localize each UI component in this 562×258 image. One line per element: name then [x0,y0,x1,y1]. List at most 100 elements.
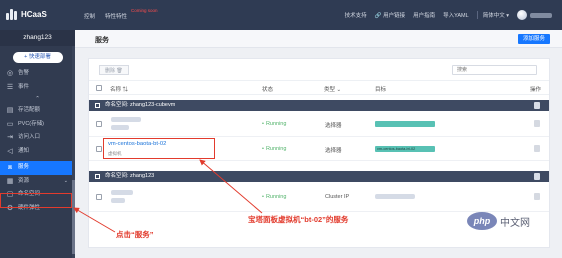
annotation-click-service: 点击“服务” [116,230,154,239]
sidebar-highlight-box [0,193,72,208]
status-badge: Running [262,146,287,152]
sidebar-item-label: 通知 [18,147,30,154]
language-select[interactable]: 简体中文 ▾ [476,11,509,19]
sidebar-item-label: 事件 [18,83,30,90]
column-status: 状态 [262,87,274,93]
sort-icon: ⇅ [122,87,129,93]
user-links-link[interactable]: 🔗 用户链接 [375,11,405,19]
sidebar-item-quota[interactable]: ▤ 存活配额 [0,104,75,118]
annotation-bt-service: 宝塔面板虚拟机“bt-02”的服务 [248,215,349,224]
table-row[interactable]: Running Cluster IP [89,182,549,212]
column-name[interactable]: 名称 ⇅ [110,85,128,93]
namespace-group-header[interactable]: 命名空间: zhang123 [89,171,549,182]
blurred-username [530,12,552,18]
column-type[interactable]: 类型 ⌄ [324,85,341,93]
blurred-service-sub [111,198,125,203]
sidebar-collapse-toggle[interactable]: ⌃ [0,94,75,104]
delete-label: 删除 [105,68,116,74]
service-type: 选择器 [325,148,342,154]
table-row[interactable]: Running 选择器 [89,111,549,137]
import-yaml-link[interactable]: 导入YAML [443,11,469,19]
service-type: 选择器 [325,123,342,129]
top-navigation-bar: HCaaS 控制 特性特性 Coming soon 技术支持 🔗 用户链接 用户… [0,0,562,30]
tech-support-link[interactable]: 技术支持 [345,11,367,19]
language-label: 简体中文 [482,13,505,19]
sidebar-item-label: 服务 [18,164,30,170]
group-action-icon[interactable] [534,102,540,109]
sidebar-item-label: 存活配额 [18,107,41,113]
alarm-icon: ◎ [6,70,14,77]
sidebar-item-events[interactable]: ☰ 事件 [0,81,75,95]
row-actions-icon[interactable] [534,193,540,200]
user-menu[interactable] [517,10,552,20]
user-links-label: 用户链接 [383,13,406,19]
list-icon: ☰ [6,83,14,91]
list-toolbar: 删除 🗑 [89,59,549,81]
blurred-service-name [111,190,133,195]
blurred-service-name [111,117,141,122]
brand-logo[interactable]: HCaaS [6,9,47,20]
user-guide-link[interactable]: 用户指南 [413,11,435,19]
sidebar-scroll-thumb[interactable] [72,180,75,254]
sidebar-item-service[interactable]: ⧈ 服务 [0,161,75,175]
php-logo: php [467,212,497,230]
row-checkbox[interactable] [96,146,102,152]
sidebar-item-label: PVC(存储) [18,120,44,127]
sidebar-item-label: 访问入口 [18,134,41,140]
blurred-target [375,194,415,199]
column-type-label: 类型 [324,87,336,93]
column-actions: 操作 [529,87,541,93]
service-icon: ⧈ [7,164,13,171]
sidebar-item-pvc[interactable]: ▭ PVC(存储) [0,118,75,132]
sidebar-item-entry[interactable]: ⇥ 访问入口 [0,131,75,145]
top-nav-item-control[interactable]: 控制 [84,12,95,20]
search-input[interactable] [452,65,537,75]
select-all-checkbox[interactable] [96,85,102,91]
avatar [517,10,527,20]
collapse-icon [95,103,100,108]
sidebar-user-name: zhang123 [0,30,75,46]
namespace-group-label: 命名空间: zhang123 [105,173,155,179]
chevron-up-icon: ⌃ [35,96,40,102]
top-right-links: 技术支持 🔗 用户链接 用户指南 导入YAML 简体中文 ▾ [345,10,552,20]
top-nav: 控制 特性特性 Coming soon [84,8,158,20]
column-name-label: 名称 [110,87,122,93]
quick-deploy-button[interactable]: + 快速部署 [12,52,63,63]
quota-icon: ▤ [6,107,14,114]
top-nav-item-feature[interactable]: 特性特性 [105,12,127,20]
service-target: vm-centos-baota-bt-02 [377,147,416,151]
add-service-button[interactable]: 添加服务 [517,34,550,44]
collapse-icon [95,174,100,179]
row-checkbox[interactable] [96,121,102,127]
resource-icon: ▦ [6,177,14,185]
brand-name: HCaaS [21,10,47,19]
group-action-icon[interactable] [534,173,540,180]
row-actions-icon[interactable] [534,145,540,152]
service-highlight-box [103,138,215,159]
watermark: php 中文网 [467,212,530,230]
page-header: 服务 添加服务 [75,30,562,48]
namespace-group-header[interactable]: 命名空间: zhang123-cubevm [89,100,549,111]
delete-button[interactable]: 删除 🗑 [99,65,129,75]
sidebar-item-notify[interactable]: ◁ 通知 [0,145,75,159]
row-checkbox[interactable] [96,194,102,200]
column-target: 目标 [375,87,387,93]
storage-icon: ▭ [6,120,14,128]
sidebar-item-label: 告警 [18,70,30,76]
blurred-service-sub [111,125,129,130]
sidebar-item-label: 资源 [18,177,30,184]
row-actions-icon[interactable] [534,120,540,127]
trash-icon: 🗑 [116,68,123,74]
service-target [375,121,435,127]
status-badge: Running [262,121,287,127]
entry-icon: ⇥ [7,134,13,141]
namespace-group-label: 命名空间: zhang123-cubevm [105,102,176,108]
sidebar-item-resource[interactable]: ▦ 资源 ⌄ [0,175,75,189]
sidebar: zhang123 + 快速部署 ◎ 告警 ☰ 事件 ⌃ ▤ 存活配额 ▭ PVC… [0,30,75,258]
page-title: 服务 [95,37,109,44]
hcaas-logo-icon [6,9,17,20]
chevron-down-icon: ⌄ [63,177,68,184]
sidebar-item-alarm[interactable]: ◎ 告警 [0,67,75,81]
service-type: Cluster IP [325,194,350,200]
watermark-text: 中文网 [500,217,530,229]
